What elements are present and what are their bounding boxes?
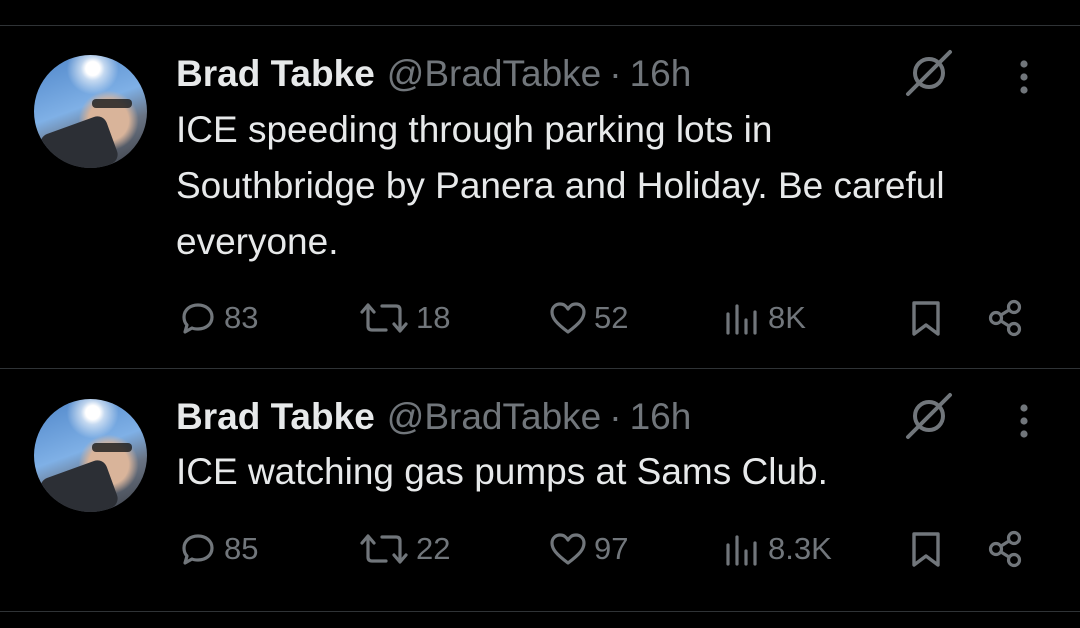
tweet[interactable]: Brad Tabke @BradTabke · 16h ICE speeding… [0,0,1080,368]
views-button[interactable]: 8K [720,296,806,340]
tweet[interactable]: Brad Tabke @BradTabke · 16h ICE watching… [0,369,1080,611]
bookmark-icon [912,301,940,336]
share-button[interactable] [984,527,1028,571]
views-icon [726,535,757,566]
like-count: 97 [594,531,629,566]
grok-icon[interactable] [904,391,954,441]
reply-count: 83 [224,300,259,335]
like-count: 52 [594,300,629,335]
bookmark-button[interactable] [906,527,946,571]
share-icon [988,299,1022,337]
timestamp[interactable]: 16h [630,53,692,95]
repost-count: 18 [416,300,451,335]
views-count: 8.3K [768,531,832,566]
more-options-icon[interactable] [1004,399,1044,443]
reply-icon [182,303,214,334]
author-name[interactable]: Brad Tabke [176,53,375,95]
like-button[interactable]: 97 [546,527,628,571]
share-icon [988,530,1022,568]
reply-icon [182,534,214,565]
reply-button[interactable]: 85 [176,527,258,571]
bottom-divider [0,611,1080,612]
like-icon [550,533,586,565]
repost-icon [360,534,408,564]
action-bar: 85 22 97 8.3K [0,527,1080,571]
repost-count: 22 [416,531,451,566]
more-options-icon[interactable] [1004,55,1044,99]
bookmark-button[interactable] [906,296,946,340]
author-handle[interactable]: @BradTabke [387,53,601,95]
tweet-text: ICE speeding through parking lots in Sou… [176,109,945,262]
share-button[interactable] [984,296,1028,340]
like-icon [550,302,586,334]
avatar[interactable] [34,55,147,168]
views-count: 8K [768,300,806,335]
views-icon [726,304,757,335]
tweet-text: ICE watching gas pumps at Sams Club. [176,451,828,492]
tweet-header: Brad Tabke @BradTabke · 16h [176,395,691,439]
author-handle[interactable]: @BradTabke [387,396,601,438]
reply-count: 85 [224,531,259,566]
views-button[interactable]: 8.3K [720,527,832,571]
repost-button[interactable]: 18 [356,296,450,340]
avatar[interactable] [34,399,147,512]
separator: · [609,396,622,437]
grok-icon[interactable] [904,48,954,98]
bookmark-icon [912,532,940,567]
like-button[interactable]: 52 [546,296,628,340]
timestamp[interactable]: 16h [630,396,692,438]
separator: · [609,53,622,94]
reply-button[interactable]: 83 [176,296,258,340]
action-bar: 83 18 52 8K [0,296,1080,340]
repost-icon [360,303,408,333]
author-name[interactable]: Brad Tabke [176,396,375,438]
repost-button[interactable]: 22 [356,527,450,571]
tweet-header: Brad Tabke @BradTabke · 16h [176,52,691,96]
